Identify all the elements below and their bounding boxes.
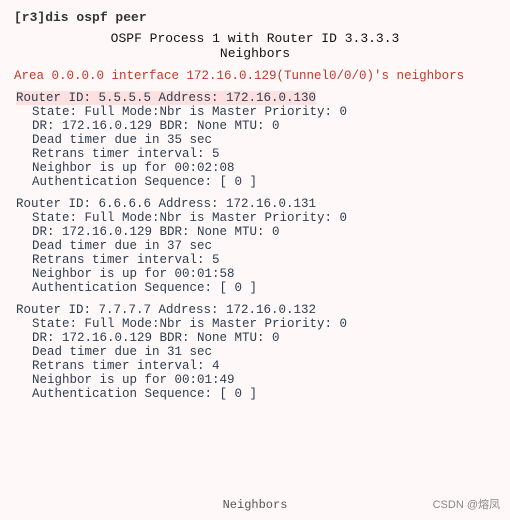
- neighbor-2-state: State: Full Mode:Nbr is Master Priority:…: [14, 211, 496, 225]
- neighbor-1-state: State: Full Mode:Nbr is Master Priority:…: [14, 105, 496, 119]
- neighbor-2-dr: DR: 172.16.0.129 BDR: None MTU: 0: [14, 225, 496, 239]
- neighbor-1-dr: DR: 172.16.0.129 BDR: None MTU: 0: [14, 119, 496, 133]
- neighbor-1-retrans: Retrans timer interval: 5: [14, 147, 496, 161]
- area-section: Area 0.0.0.0 interface 172.16.0.129(Tunn…: [14, 69, 496, 83]
- neighbor-2: Router ID: 6.6.6.6 Address: 172.16.0.131…: [14, 197, 496, 295]
- neighbor-3-router-id: Router ID: 7.7.7.7 Address: 172.16.0.132: [14, 303, 496, 317]
- neighbor-3-uptime: Neighbor is up for 00:01:49: [14, 373, 496, 387]
- header-line2: Neighbors: [14, 46, 496, 61]
- neighbor-1-auth: Authentication Sequence: [ 0 ]: [14, 175, 496, 189]
- neighbor-3-auth: Authentication Sequence: [ 0 ]: [14, 387, 496, 401]
- command-line: [r3]dis ospf peer: [14, 10, 496, 25]
- neighbor-2-retrans: Retrans timer interval: 5: [14, 253, 496, 267]
- terminal-window: [r3]dis ospf peer OSPF Process 1 with Ro…: [0, 0, 510, 520]
- neighbor-3: Router ID: 7.7.7.7 Address: 172.16.0.132…: [14, 303, 496, 401]
- neighbor-3-dead: Dead timer due in 31 sec: [14, 345, 496, 359]
- neighbor-3-retrans: Retrans timer interval: 4: [14, 359, 496, 373]
- area-line: Area 0.0.0.0 interface 172.16.0.129(Tunn…: [14, 69, 496, 83]
- header-line1: OSPF Process 1 with Router ID 3.3.3.3: [14, 31, 496, 46]
- neighbor-1-router-id: Router ID: 5.5.5.5 Address: 172.16.0.130: [14, 91, 496, 105]
- neighbor-1: Router ID: 5.5.5.5 Address: 172.16.0.130…: [14, 91, 496, 189]
- neighbor-3-state: State: Full Mode:Nbr is Master Priority:…: [14, 317, 496, 331]
- watermark: CSDN @熔凤: [433, 496, 500, 512]
- footer-label: Neighbors: [223, 498, 288, 512]
- header-block: OSPF Process 1 with Router ID 3.3.3.3 Ne…: [14, 31, 496, 61]
- neighbor-2-uptime: Neighbor is up for 00:01:58: [14, 267, 496, 281]
- neighbor-1-dead: Dead timer due in 35 sec: [14, 133, 496, 147]
- neighbor-1-uptime: Neighbor is up for 00:02:08: [14, 161, 496, 175]
- neighbor-2-router-id: Router ID: 6.6.6.6 Address: 172.16.0.131: [14, 197, 496, 211]
- neighbor-2-dead: Dead timer due in 37 sec: [14, 239, 496, 253]
- neighbor-2-auth: Authentication Sequence: [ 0 ]: [14, 281, 496, 295]
- neighbor-3-dr: DR: 172.16.0.129 BDR: None MTU: 0: [14, 331, 496, 345]
